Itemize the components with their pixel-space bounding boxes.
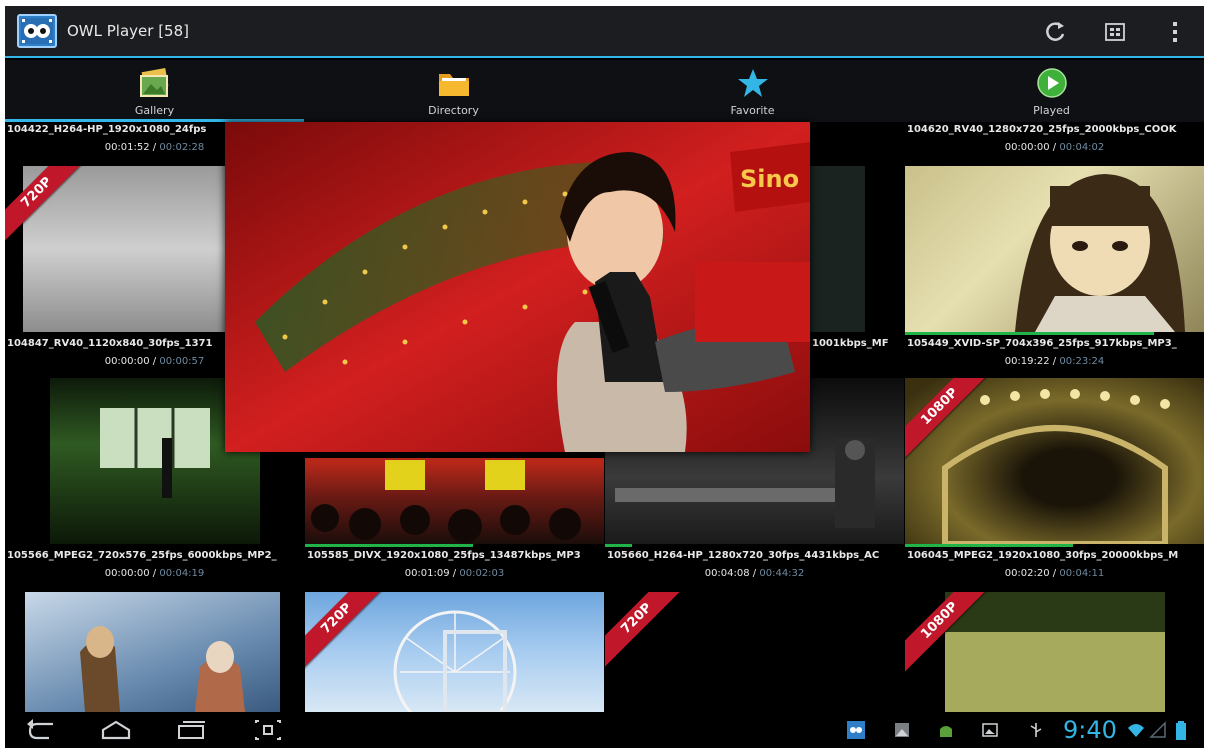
tab-directory[interactable]: Directory bbox=[304, 60, 603, 122]
video-filename: 106045_MPEG2_1920x1080_30fps_20000kbps_M bbox=[907, 550, 1179, 561]
video-filename: 1001kbps_MF bbox=[812, 338, 889, 349]
tab-played[interactable]: Played bbox=[902, 60, 1201, 122]
hd-badge: 720P bbox=[5, 166, 88, 244]
tab-directory-label: Directory bbox=[428, 104, 479, 117]
tab-played-label: Played bbox=[1033, 104, 1070, 117]
video-thumbnail: 720P bbox=[605, 592, 904, 712]
video-time: 00:00:00 / 00:04:19 bbox=[104, 568, 205, 579]
video-thumbnail bbox=[305, 458, 604, 544]
video-filename: 105585_DIVX_1920x1080_25fps_13487kbps_MP… bbox=[307, 550, 581, 561]
video-time: 00:19:22 / 00:23:24 bbox=[1004, 356, 1105, 367]
video-tile[interactable]: 720P bbox=[605, 592, 904, 712]
video-time: 00:02:20 / 00:04:11 bbox=[1004, 568, 1105, 579]
playback-progress bbox=[905, 544, 1073, 547]
wifi-icon bbox=[1127, 721, 1145, 739]
tab-gallery-label: Gallery bbox=[134, 104, 175, 117]
play-icon bbox=[1034, 66, 1070, 100]
hd-badge: 720P bbox=[605, 592, 688, 670]
folder-icon bbox=[436, 66, 472, 100]
tab-gallery[interactable]: Gallery bbox=[5, 60, 304, 122]
video-preview-popup[interactable]: Sino bbox=[225, 122, 810, 452]
tab-favorite-label: Favorite bbox=[730, 104, 775, 117]
video-filename: 104620_RV40_1280x720_25fps_2000kbps_COOK bbox=[907, 124, 1177, 135]
video-thumbnail: 1080P bbox=[905, 378, 1204, 544]
home-icon[interactable] bbox=[99, 718, 133, 742]
battery-icon bbox=[1175, 721, 1187, 740]
gallery-icon bbox=[137, 66, 173, 100]
hd-badge: 1080P bbox=[905, 592, 994, 675]
playback-progress bbox=[905, 332, 1154, 335]
android-notification-icon[interactable] bbox=[937, 721, 955, 739]
status-clock: 9:40 bbox=[1063, 716, 1117, 744]
app-title: OWL Player [58] bbox=[67, 22, 189, 40]
system-bar: 9:40 bbox=[5, 712, 1204, 748]
screenshot-icon[interactable] bbox=[251, 718, 285, 742]
tablet-screen: OWL Player [58] Gallery Directory Favori… bbox=[5, 6, 1204, 748]
video-time: 00:04:08 / 00:44:32 bbox=[704, 568, 805, 579]
owl-app-icon[interactable] bbox=[17, 14, 57, 48]
video-tile[interactable]: 1080P bbox=[905, 592, 1204, 712]
video-thumbnail bbox=[25, 592, 280, 712]
video-time: 00:00:00 / 00:04:02 bbox=[1004, 142, 1105, 153]
video-thumbnail bbox=[905, 166, 1204, 332]
star-icon bbox=[735, 66, 771, 100]
back-icon[interactable] bbox=[25, 718, 59, 742]
video-tile[interactable]: 1080P 106045_MPEG2_1920x1080_30fps_20000… bbox=[905, 378, 1204, 588]
video-thumbnail: 720P bbox=[305, 592, 604, 712]
video-tile[interactable]: 104620_RV40_1280x720_25fps_2000kbps_COOK… bbox=[905, 122, 1204, 162]
owl-notification-icon[interactable] bbox=[847, 721, 865, 739]
grid-view-icon[interactable] bbox=[1101, 18, 1129, 46]
video-tile[interactable] bbox=[5, 592, 304, 712]
image-notification-icon[interactable] bbox=[893, 721, 911, 739]
svg-text:Sino: Sino bbox=[740, 165, 799, 193]
overflow-menu-icon[interactable] bbox=[1161, 18, 1189, 46]
refresh-icon[interactable] bbox=[1041, 18, 1069, 46]
tab-bar: Gallery Directory Favorite Played bbox=[5, 60, 1204, 122]
video-time: 00:01:09 / 00:02:03 bbox=[404, 568, 505, 579]
gallery-notification-icon[interactable] bbox=[981, 721, 999, 739]
recent-apps-icon[interactable] bbox=[175, 718, 209, 742]
playback-progress bbox=[605, 544, 632, 547]
video-filename: 105660_H264-HP_1280x720_30fps_4431kbps_A… bbox=[607, 550, 880, 561]
video-thumbnail bbox=[805, 166, 865, 332]
tab-favorite[interactable]: Favorite bbox=[603, 60, 902, 122]
video-tile[interactable]: 105449_XVID-SP_704x396_25fps_917kbps_MP3… bbox=[905, 166, 1204, 376]
video-filename: 105449_XVID-SP_704x396_25fps_917kbps_MP3… bbox=[907, 338, 1177, 349]
video-tile[interactable]: 720P bbox=[305, 592, 604, 712]
action-bar: OWL Player [58] bbox=[5, 6, 1204, 58]
usb-icon[interactable] bbox=[1027, 721, 1045, 739]
video-filename: 105566_MPEG2_720x576_25fps_6000kbps_MP2_ bbox=[7, 550, 277, 561]
playback-progress bbox=[305, 544, 473, 547]
signal-icon bbox=[1149, 721, 1167, 739]
